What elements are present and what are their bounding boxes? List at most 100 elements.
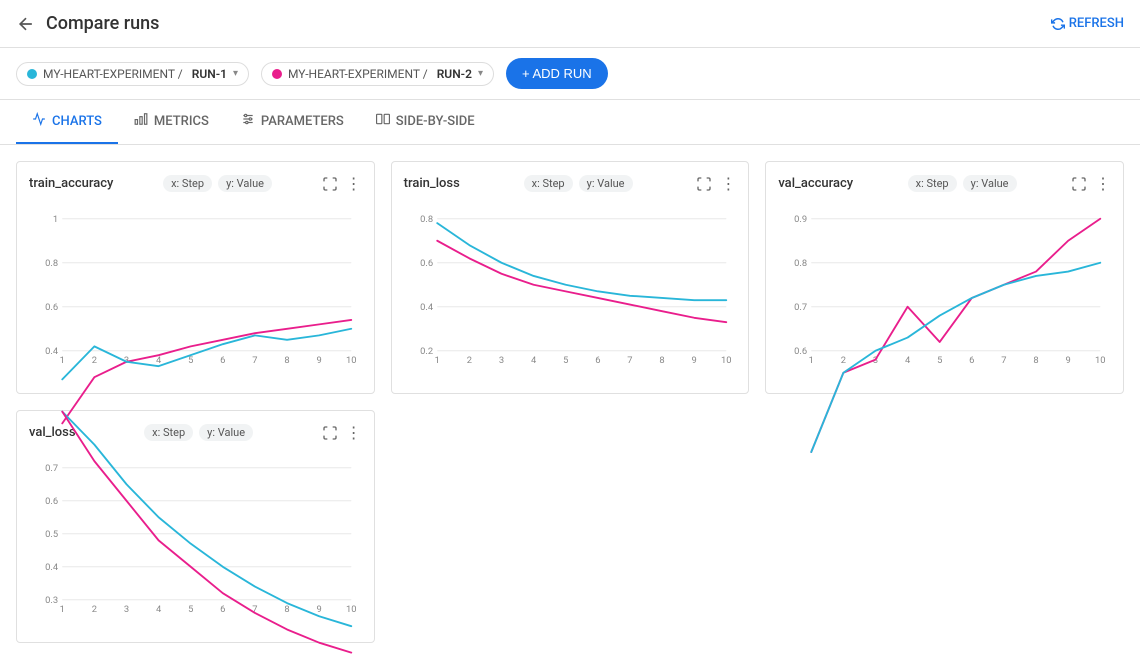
svg-text:7: 7 bbox=[1002, 355, 1007, 366]
chart-svg-val_accuracy: 0.60.70.80.912345678910 bbox=[778, 201, 1111, 381]
svg-text:7: 7 bbox=[627, 355, 632, 366]
tab-charts-label: CHARTS bbox=[52, 114, 102, 129]
chart-badges-val_loss: x: Step y: Value bbox=[144, 424, 253, 441]
svg-text:5: 5 bbox=[563, 355, 568, 366]
chart-actions-val_loss: ⋮ bbox=[322, 423, 362, 442]
svg-text:10: 10 bbox=[346, 355, 357, 366]
tabs-bar: CHARTS METRICS PARAMETERS SIDE-BY-SIDE bbox=[0, 100, 1140, 145]
chart-header-val_accuracy: val_accuracy x: Step y: Value ⋮ bbox=[778, 174, 1111, 193]
chart-area-train_accuracy: 0.40.60.8112345678910 bbox=[29, 201, 362, 381]
svg-text:3: 3 bbox=[499, 355, 504, 366]
svg-text:0.2: 0.2 bbox=[420, 346, 433, 357]
svg-text:6: 6 bbox=[970, 355, 975, 366]
svg-text:0.8: 0.8 bbox=[45, 258, 58, 269]
back-button[interactable] bbox=[16, 14, 36, 34]
charts-icon bbox=[32, 112, 46, 130]
run-dot-2 bbox=[272, 69, 282, 79]
chart-header-val_loss: val_loss x: Step y: Value ⋮ bbox=[29, 423, 362, 442]
run-chip-2[interactable]: MY-HEART-EXPERIMENT / RUN-2 ▾ bbox=[261, 62, 494, 86]
svg-text:5: 5 bbox=[188, 355, 193, 366]
expand-icon-val_accuracy[interactable] bbox=[1071, 176, 1087, 192]
run-2-name: RUN-2 bbox=[437, 67, 472, 81]
chart-title-train_loss: train_loss bbox=[404, 176, 460, 191]
more-icon-train_loss[interactable]: ⋮ bbox=[720, 174, 736, 193]
refresh-label: REFRESH bbox=[1069, 16, 1124, 31]
run-selectors: MY-HEART-EXPERIMENT / RUN-1 ▾ MY-HEART-E… bbox=[0, 48, 1140, 100]
chart-svg-train_accuracy: 0.40.60.8112345678910 bbox=[29, 201, 362, 381]
svg-text:8: 8 bbox=[659, 355, 664, 366]
expand-icon-train_loss[interactable] bbox=[696, 176, 712, 192]
chart-title-train_accuracy: train_accuracy bbox=[29, 176, 113, 191]
svg-text:8: 8 bbox=[1034, 355, 1039, 366]
svg-text:5: 5 bbox=[188, 604, 193, 615]
x-badge-train_loss: x: Step bbox=[524, 175, 573, 192]
chart-badges-train_accuracy: x: Step y: Value bbox=[163, 175, 272, 192]
chart-area-val_loss: 0.30.40.50.60.712345678910 bbox=[29, 450, 362, 630]
side-by-side-icon bbox=[376, 112, 390, 130]
svg-text:4: 4 bbox=[905, 355, 911, 366]
chart-svg-val_loss: 0.30.40.50.60.712345678910 bbox=[29, 450, 362, 630]
x-badge-val_loss: x: Step bbox=[144, 424, 193, 441]
svg-text:0.9: 0.9 bbox=[794, 214, 807, 225]
svg-text:0.6: 0.6 bbox=[45, 496, 58, 507]
chart-area-train_loss: 0.20.40.60.812345678910 bbox=[404, 201, 737, 381]
svg-text:9: 9 bbox=[317, 604, 322, 615]
chevron-down-icon-2: ▾ bbox=[478, 68, 483, 79]
svg-text:3: 3 bbox=[124, 604, 129, 615]
svg-text:4: 4 bbox=[156, 604, 162, 615]
tab-metrics[interactable]: METRICS bbox=[118, 100, 225, 144]
svg-text:0.5: 0.5 bbox=[45, 529, 58, 540]
svg-text:1: 1 bbox=[60, 355, 65, 366]
expand-icon-train_accuracy[interactable] bbox=[322, 176, 338, 192]
chart-actions-train_loss: ⋮ bbox=[696, 174, 736, 193]
y-badge-train_loss: y: Value bbox=[579, 175, 633, 192]
more-icon-val_accuracy[interactable]: ⋮ bbox=[1095, 174, 1111, 193]
chart-svg-train_loss: 0.20.40.60.812345678910 bbox=[404, 201, 737, 381]
svg-text:5: 5 bbox=[937, 355, 942, 366]
y-badge-val_accuracy: y: Value bbox=[963, 175, 1017, 192]
svg-text:0.7: 0.7 bbox=[45, 463, 58, 474]
more-icon-val_loss[interactable]: ⋮ bbox=[346, 423, 362, 442]
expand-icon-val_loss[interactable] bbox=[322, 425, 338, 441]
svg-text:9: 9 bbox=[1066, 355, 1071, 366]
refresh-button[interactable]: REFRESH bbox=[1051, 16, 1124, 31]
chart-badges-train_loss: x: Step y: Value bbox=[524, 175, 633, 192]
add-run-button[interactable]: + ADD RUN bbox=[506, 58, 608, 89]
svg-text:4: 4 bbox=[531, 355, 537, 366]
run-chip-1[interactable]: MY-HEART-EXPERIMENT / RUN-1 ▾ bbox=[16, 62, 249, 86]
parameters-icon bbox=[241, 112, 255, 130]
svg-text:0.6: 0.6 bbox=[420, 258, 433, 269]
x-badge-val_accuracy: x: Step bbox=[908, 175, 957, 192]
svg-text:0.4: 0.4 bbox=[45, 346, 59, 357]
tab-side-by-side-label: SIDE-BY-SIDE bbox=[396, 114, 475, 129]
chart-badges-val_accuracy: x: Step y: Value bbox=[908, 175, 1017, 192]
svg-text:6: 6 bbox=[220, 355, 225, 366]
run-1-experiment: MY-HEART-EXPERIMENT / bbox=[43, 67, 186, 81]
chart-area-val_accuracy: 0.60.70.80.912345678910 bbox=[778, 201, 1111, 381]
svg-text:2: 2 bbox=[92, 355, 97, 366]
svg-text:2: 2 bbox=[92, 604, 97, 615]
chart-card-train_accuracy: train_accuracy x: Step y: Value ⋮ 0.40.6… bbox=[16, 161, 375, 394]
chart-card-val_loss: val_loss x: Step y: Value ⋮ 0.30.40.50.6… bbox=[16, 410, 375, 643]
svg-text:8: 8 bbox=[284, 604, 289, 615]
more-icon-train_accuracy[interactable]: ⋮ bbox=[346, 174, 362, 193]
svg-text:10: 10 bbox=[1095, 355, 1106, 366]
tab-charts[interactable]: CHARTS bbox=[16, 100, 118, 144]
svg-text:1: 1 bbox=[60, 604, 65, 615]
tab-parameters-label: PARAMETERS bbox=[261, 114, 344, 129]
svg-text:2: 2 bbox=[841, 355, 846, 366]
tab-parameters[interactable]: PARAMETERS bbox=[225, 100, 360, 144]
svg-text:1: 1 bbox=[434, 355, 439, 366]
tab-metrics-label: METRICS bbox=[154, 114, 209, 129]
y-badge-val_loss: y: Value bbox=[199, 424, 253, 441]
svg-text:1: 1 bbox=[53, 214, 58, 225]
svg-text:0.6: 0.6 bbox=[794, 346, 807, 357]
svg-text:8: 8 bbox=[284, 355, 289, 366]
metrics-icon bbox=[134, 112, 148, 130]
tab-side-by-side[interactable]: SIDE-BY-SIDE bbox=[360, 100, 491, 144]
chevron-down-icon-1: ▾ bbox=[233, 68, 238, 79]
svg-text:10: 10 bbox=[721, 355, 732, 366]
chart-title-val_loss: val_loss bbox=[29, 425, 76, 440]
x-badge-train_accuracy: x: Step bbox=[163, 175, 212, 192]
chart-title-val_accuracy: val_accuracy bbox=[778, 176, 853, 191]
